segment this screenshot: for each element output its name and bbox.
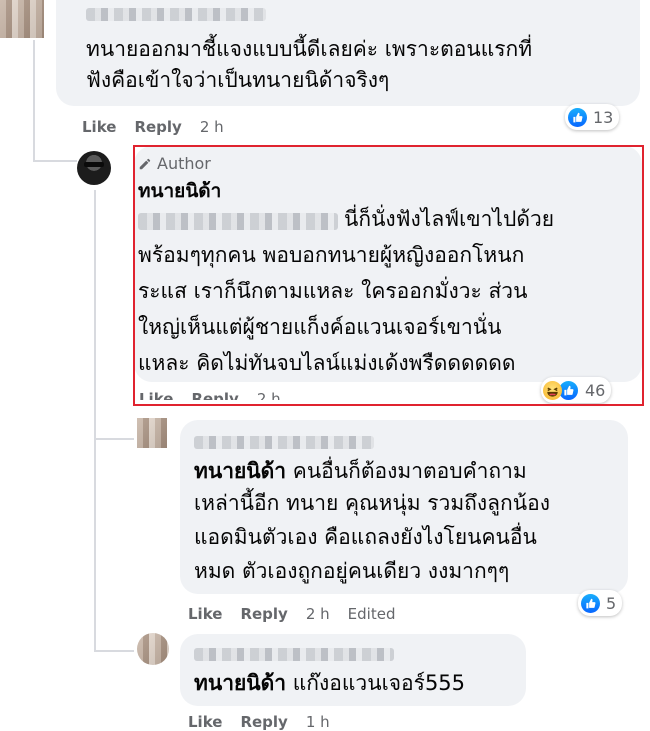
avatar-eyewear xyxy=(84,162,104,167)
comment-actions: Like Reply 1 h xyxy=(188,713,348,731)
comment-text-line: ทนายนิด้า แก๊งอแวนเจอร์555 xyxy=(194,668,465,699)
comment-text: แก๊งอแวนเจอร์555 xyxy=(286,671,466,695)
reply-button[interactable]: Reply xyxy=(240,713,287,731)
author-avatar[interactable] xyxy=(77,151,111,185)
like-button[interactable]: Like xyxy=(82,118,116,136)
highlight-annotation-box xyxy=(133,145,644,406)
commenter-name-blurred[interactable] xyxy=(194,436,374,449)
mention-tag[interactable]: ทนายนิด้า xyxy=(194,459,286,483)
thread-line-connector-author xyxy=(33,160,77,162)
mention-tag[interactable]: ทนายนิด้า xyxy=(194,671,286,695)
comment-actions: Like Reply 2 h Edited xyxy=(188,605,413,623)
thread-line-connector-reply-2 xyxy=(94,650,134,652)
comment-text-line: ทนายออกมาชี้แจงแบบนี้ดีเลยค่ะ เพราะตอนแร… xyxy=(86,37,533,61)
timestamp[interactable]: 2 h xyxy=(306,605,330,623)
comment-bubble: ทนายออกมาชี้แจงแบบนี้ดีเลยค่ะ เพราะตอนแร… xyxy=(56,0,640,106)
thread-line-replies xyxy=(94,190,96,650)
comment-bubble: ทนายนิด้า แก๊งอแวนเจอร์555 xyxy=(180,634,526,706)
reaction-summary[interactable]: 13 xyxy=(565,104,620,130)
like-button[interactable]: Like xyxy=(188,713,222,731)
avatar[interactable] xyxy=(137,418,167,448)
comment-actions: Like Reply 2 h xyxy=(82,118,242,136)
thread-line-main xyxy=(33,40,35,162)
edited-label[interactable]: Edited xyxy=(348,605,396,623)
reaction-summary[interactable]: 5 xyxy=(578,590,623,616)
thread-line-connector-reply-1 xyxy=(94,438,134,440)
comment-text-line: หมด ตัวเองถูกอยู่คนเดียว งงมากๆๆ xyxy=(194,559,510,583)
reaction-count: 13 xyxy=(593,107,614,127)
like-button[interactable]: Like xyxy=(188,605,222,623)
like-icon xyxy=(581,593,600,613)
like-icon xyxy=(568,107,587,127)
comment-text-line: ทนายนิด้า คนอื่นก็ต้องมาตอบคำถาม xyxy=(194,456,527,487)
reply-button[interactable]: Reply xyxy=(134,118,181,136)
comment-text-line: เหล่านี้อีก ทนาย คุณหนุ่ม รวมถึงลูกน้อง xyxy=(194,491,550,515)
comment-bubble: ทนายนิด้า คนอื่นก็ต้องมาตอบคำถาม เหล่านี… xyxy=(180,420,628,594)
commenter-name-blurred[interactable] xyxy=(194,648,394,661)
commenter-name-blurred[interactable] xyxy=(86,8,266,21)
reply-button[interactable]: Reply xyxy=(240,605,287,623)
timestamp[interactable]: 1 h xyxy=(306,713,330,731)
avatar[interactable] xyxy=(137,633,169,665)
comment-text-line: แอดมินตัวเอง คือแถลงยังไงโยนคนอื่น xyxy=(194,525,537,549)
timestamp[interactable]: 2 h xyxy=(200,118,224,136)
comment-text: คนอื่นก็ต้องมาตอบคำถาม xyxy=(286,459,527,483)
comment-text-line: ฟังคือเข้าใจว่าเป็นทนายนิด้าจริงๆ xyxy=(86,68,390,92)
reaction-count: 5 xyxy=(606,593,617,613)
avatar[interactable] xyxy=(0,0,44,38)
